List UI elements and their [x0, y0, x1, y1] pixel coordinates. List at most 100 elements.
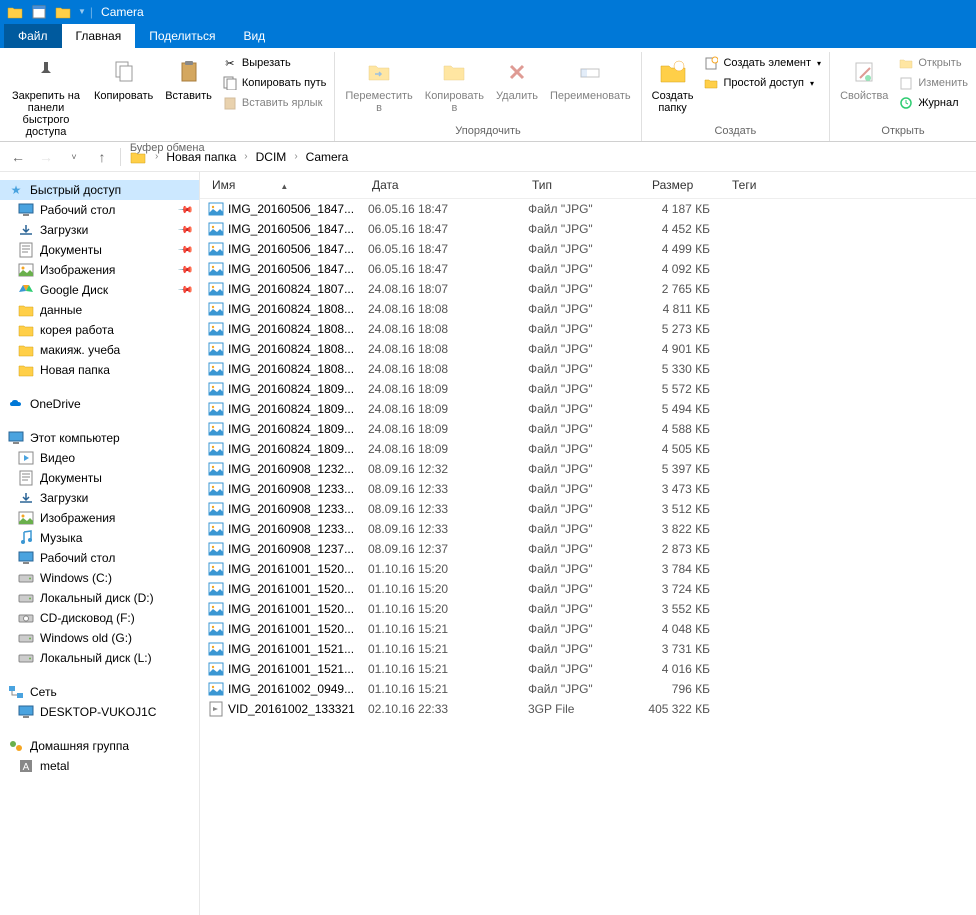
image-file-icon — [208, 601, 224, 617]
file-row[interactable]: IMG_20160908_1233...08.09.16 12:33Файл "… — [200, 499, 976, 519]
file-row[interactable]: IMG_20160824_1809...24.08.16 18:09Файл "… — [200, 399, 976, 419]
nav-item[interactable]: Windows (C:) — [0, 568, 199, 588]
paste-button[interactable]: Вставить — [161, 54, 216, 104]
pin-icon: 📌 — [176, 262, 193, 279]
newfolder-button[interactable]: Создать папку — [648, 54, 698, 116]
nav-item[interactable]: Документы📌 — [0, 240, 199, 260]
pastelink-button[interactable]: Вставить ярлык — [220, 94, 329, 112]
file-row[interactable]: IMG_20161001_1520...01.10.16 15:21Файл "… — [200, 619, 976, 639]
nav-homegroup[interactable]: Домашняя группа — [0, 736, 199, 756]
nav-item[interactable]: корея работа — [0, 320, 199, 340]
nav-item[interactable]: Изображения — [0, 508, 199, 528]
nav-item[interactable]: Музыка — [0, 528, 199, 548]
file-row[interactable]: IMG_20160506_1847...06.05.16 18:47Файл "… — [200, 239, 976, 259]
nav-thispc[interactable]: Этот компьютер — [0, 428, 199, 448]
tab-share[interactable]: Поделиться — [135, 24, 229, 48]
file-row[interactable]: IMG_20160824_1808...24.08.16 18:08Файл "… — [200, 299, 976, 319]
folder-icon[interactable] — [4, 3, 26, 21]
tab-file[interactable]: Файл — [4, 24, 62, 48]
tab-view[interactable]: Вид — [229, 24, 279, 48]
file-name: IMG_20160506_1847... — [228, 262, 368, 276]
edit-button[interactable]: Изменить — [896, 74, 970, 92]
file-row[interactable]: IMG_20160506_1847...06.05.16 18:47Файл "… — [200, 259, 976, 279]
nav-item[interactable]: макияж. учеба — [0, 340, 199, 360]
nav-item[interactable]: Рабочий стол📌 — [0, 200, 199, 220]
nav-item[interactable]: Документы — [0, 468, 199, 488]
file-row[interactable]: IMG_20160506_1847...06.05.16 18:47Файл "… — [200, 199, 976, 219]
file-row[interactable]: IMG_20160908_1233...08.09.16 12:33Файл "… — [200, 519, 976, 539]
tab-home[interactable]: Главная — [62, 24, 136, 48]
open-button[interactable]: Открыть — [896, 54, 970, 72]
nav-item[interactable]: CD-дисковод (F:) — [0, 608, 199, 628]
nav-item[interactable]: Рабочий стол — [0, 548, 199, 568]
crumb-2[interactable]: Camera — [306, 150, 349, 164]
file-date: 24.08.16 18:09 — [368, 402, 528, 416]
chevron-right-icon[interactable]: › — [155, 151, 158, 162]
back-button[interactable]: ← — [8, 147, 28, 167]
nav-item[interactable]: Ametal — [0, 756, 199, 776]
file-row[interactable]: IMG_20160824_1808...24.08.16 18:08Файл "… — [200, 319, 976, 339]
nav-item[interactable]: Изображения📌 — [0, 260, 199, 280]
moveto-button[interactable]: Переместить в — [341, 54, 416, 116]
col-tags[interactable]: Теги — [728, 176, 788, 194]
nav-item[interactable]: Загрузки📌 — [0, 220, 199, 240]
file-row[interactable]: IMG_20160824_1809...24.08.16 18:09Файл "… — [200, 419, 976, 439]
col-type[interactable]: Тип — [528, 176, 648, 194]
file-row[interactable]: IMG_20160506_1847...06.05.16 18:47Файл "… — [200, 219, 976, 239]
nav-item[interactable]: Видео — [0, 448, 199, 468]
col-name[interactable]: Имя▲ — [208, 176, 368, 194]
file-row[interactable]: IMG_20160824_1809...24.08.16 18:09Файл "… — [200, 439, 976, 459]
recent-dropdown[interactable]: ˅ — [64, 147, 84, 167]
file-row[interactable]: IMG_20161002_0949...01.10.16 15:21Файл "… — [200, 679, 976, 699]
file-name: IMG_20161001_1520... — [228, 602, 368, 616]
nav-onedrive[interactable]: OneDrive — [0, 394, 199, 414]
file-row[interactable]: IMG_20161001_1521...01.10.16 15:21Файл "… — [200, 659, 976, 679]
nav-item[interactable]: Новая папка — [0, 360, 199, 380]
file-row[interactable]: IMG_20160908_1232...08.09.16 12:32Файл "… — [200, 459, 976, 479]
col-size[interactable]: Размер — [648, 176, 728, 194]
nav-item[interactable]: данные — [0, 300, 199, 320]
file-row[interactable]: IMG_20160824_1807...24.08.16 18:07Файл "… — [200, 279, 976, 299]
file-type: Файл "JPG" — [528, 582, 648, 596]
nav-item[interactable]: Windows old (G:) — [0, 628, 199, 648]
history-button[interactable]: Журнал — [896, 94, 970, 112]
file-row[interactable]: IMG_20160824_1809...24.08.16 18:09Файл "… — [200, 379, 976, 399]
nav-item[interactable]: Google Диск📌 — [0, 280, 199, 300]
easyaccess-button[interactable]: Простой доступ▾ — [701, 74, 823, 92]
file-row[interactable]: IMG_20161001_1520...01.10.16 15:20Файл "… — [200, 559, 976, 579]
delete-button[interactable]: Удалить — [492, 54, 542, 104]
file-row[interactable]: IMG_20161001_1520...01.10.16 15:20Файл "… — [200, 599, 976, 619]
chevron-right-icon[interactable]: › — [244, 151, 247, 162]
nav-network[interactable]: Сеть — [0, 682, 199, 702]
col-date[interactable]: Дата — [368, 176, 528, 194]
forward-button[interactable]: → — [36, 147, 56, 167]
pin-button[interactable]: Закрепить на панели быстрого доступа — [6, 54, 86, 140]
file-row[interactable]: IMG_20160908_1233...08.09.16 12:33Файл "… — [200, 479, 976, 499]
nav-quick-access[interactable]: ★ Быстрый доступ — [0, 180, 199, 200]
chevron-right-icon[interactable]: › — [294, 151, 297, 162]
up-button[interactable]: ↑ — [92, 147, 112, 167]
cut-button[interactable]: ✂Вырезать — [220, 54, 329, 72]
file-row[interactable]: IMG_20161001_1520...01.10.16 15:20Файл "… — [200, 579, 976, 599]
file-row[interactable]: VID_20161002_13332102.10.16 22:333GP Fil… — [200, 699, 976, 719]
crumb-0[interactable]: Новая папка — [166, 150, 236, 164]
nav-item[interactable]: Загрузки — [0, 488, 199, 508]
file-row[interactable]: IMG_20161001_1521...01.10.16 15:21Файл "… — [200, 639, 976, 659]
folder-icon[interactable] — [129, 148, 147, 166]
nav-item[interactable]: DESKTOP-VUKOJ1C — [0, 702, 199, 722]
file-row[interactable]: IMG_20160824_1808...24.08.16 18:08Файл "… — [200, 359, 976, 379]
copyto-button[interactable]: Копировать в — [421, 54, 488, 116]
file-row[interactable]: IMG_20160908_1237...08.09.16 12:37Файл "… — [200, 539, 976, 559]
nav-item[interactable]: Локальный диск (L:) — [0, 648, 199, 668]
qat-dropdown-icon[interactable]: ▼ — [78, 7, 86, 16]
new-folder-qat-icon[interactable] — [52, 3, 74, 21]
copypath-button[interactable]: Копировать путь — [220, 74, 329, 92]
properties-qat-icon[interactable] — [28, 3, 50, 21]
crumb-1[interactable]: DCIM — [256, 150, 287, 164]
newitem-button[interactable]: Создать элемент▾ — [701, 54, 823, 72]
properties-button[interactable]: Свойства — [836, 54, 892, 104]
rename-button[interactable]: Переименовать — [546, 54, 635, 104]
file-row[interactable]: IMG_20160824_1808...24.08.16 18:08Файл "… — [200, 339, 976, 359]
nav-item[interactable]: Локальный диск (D:) — [0, 588, 199, 608]
copy-button[interactable]: Копировать — [90, 54, 157, 104]
